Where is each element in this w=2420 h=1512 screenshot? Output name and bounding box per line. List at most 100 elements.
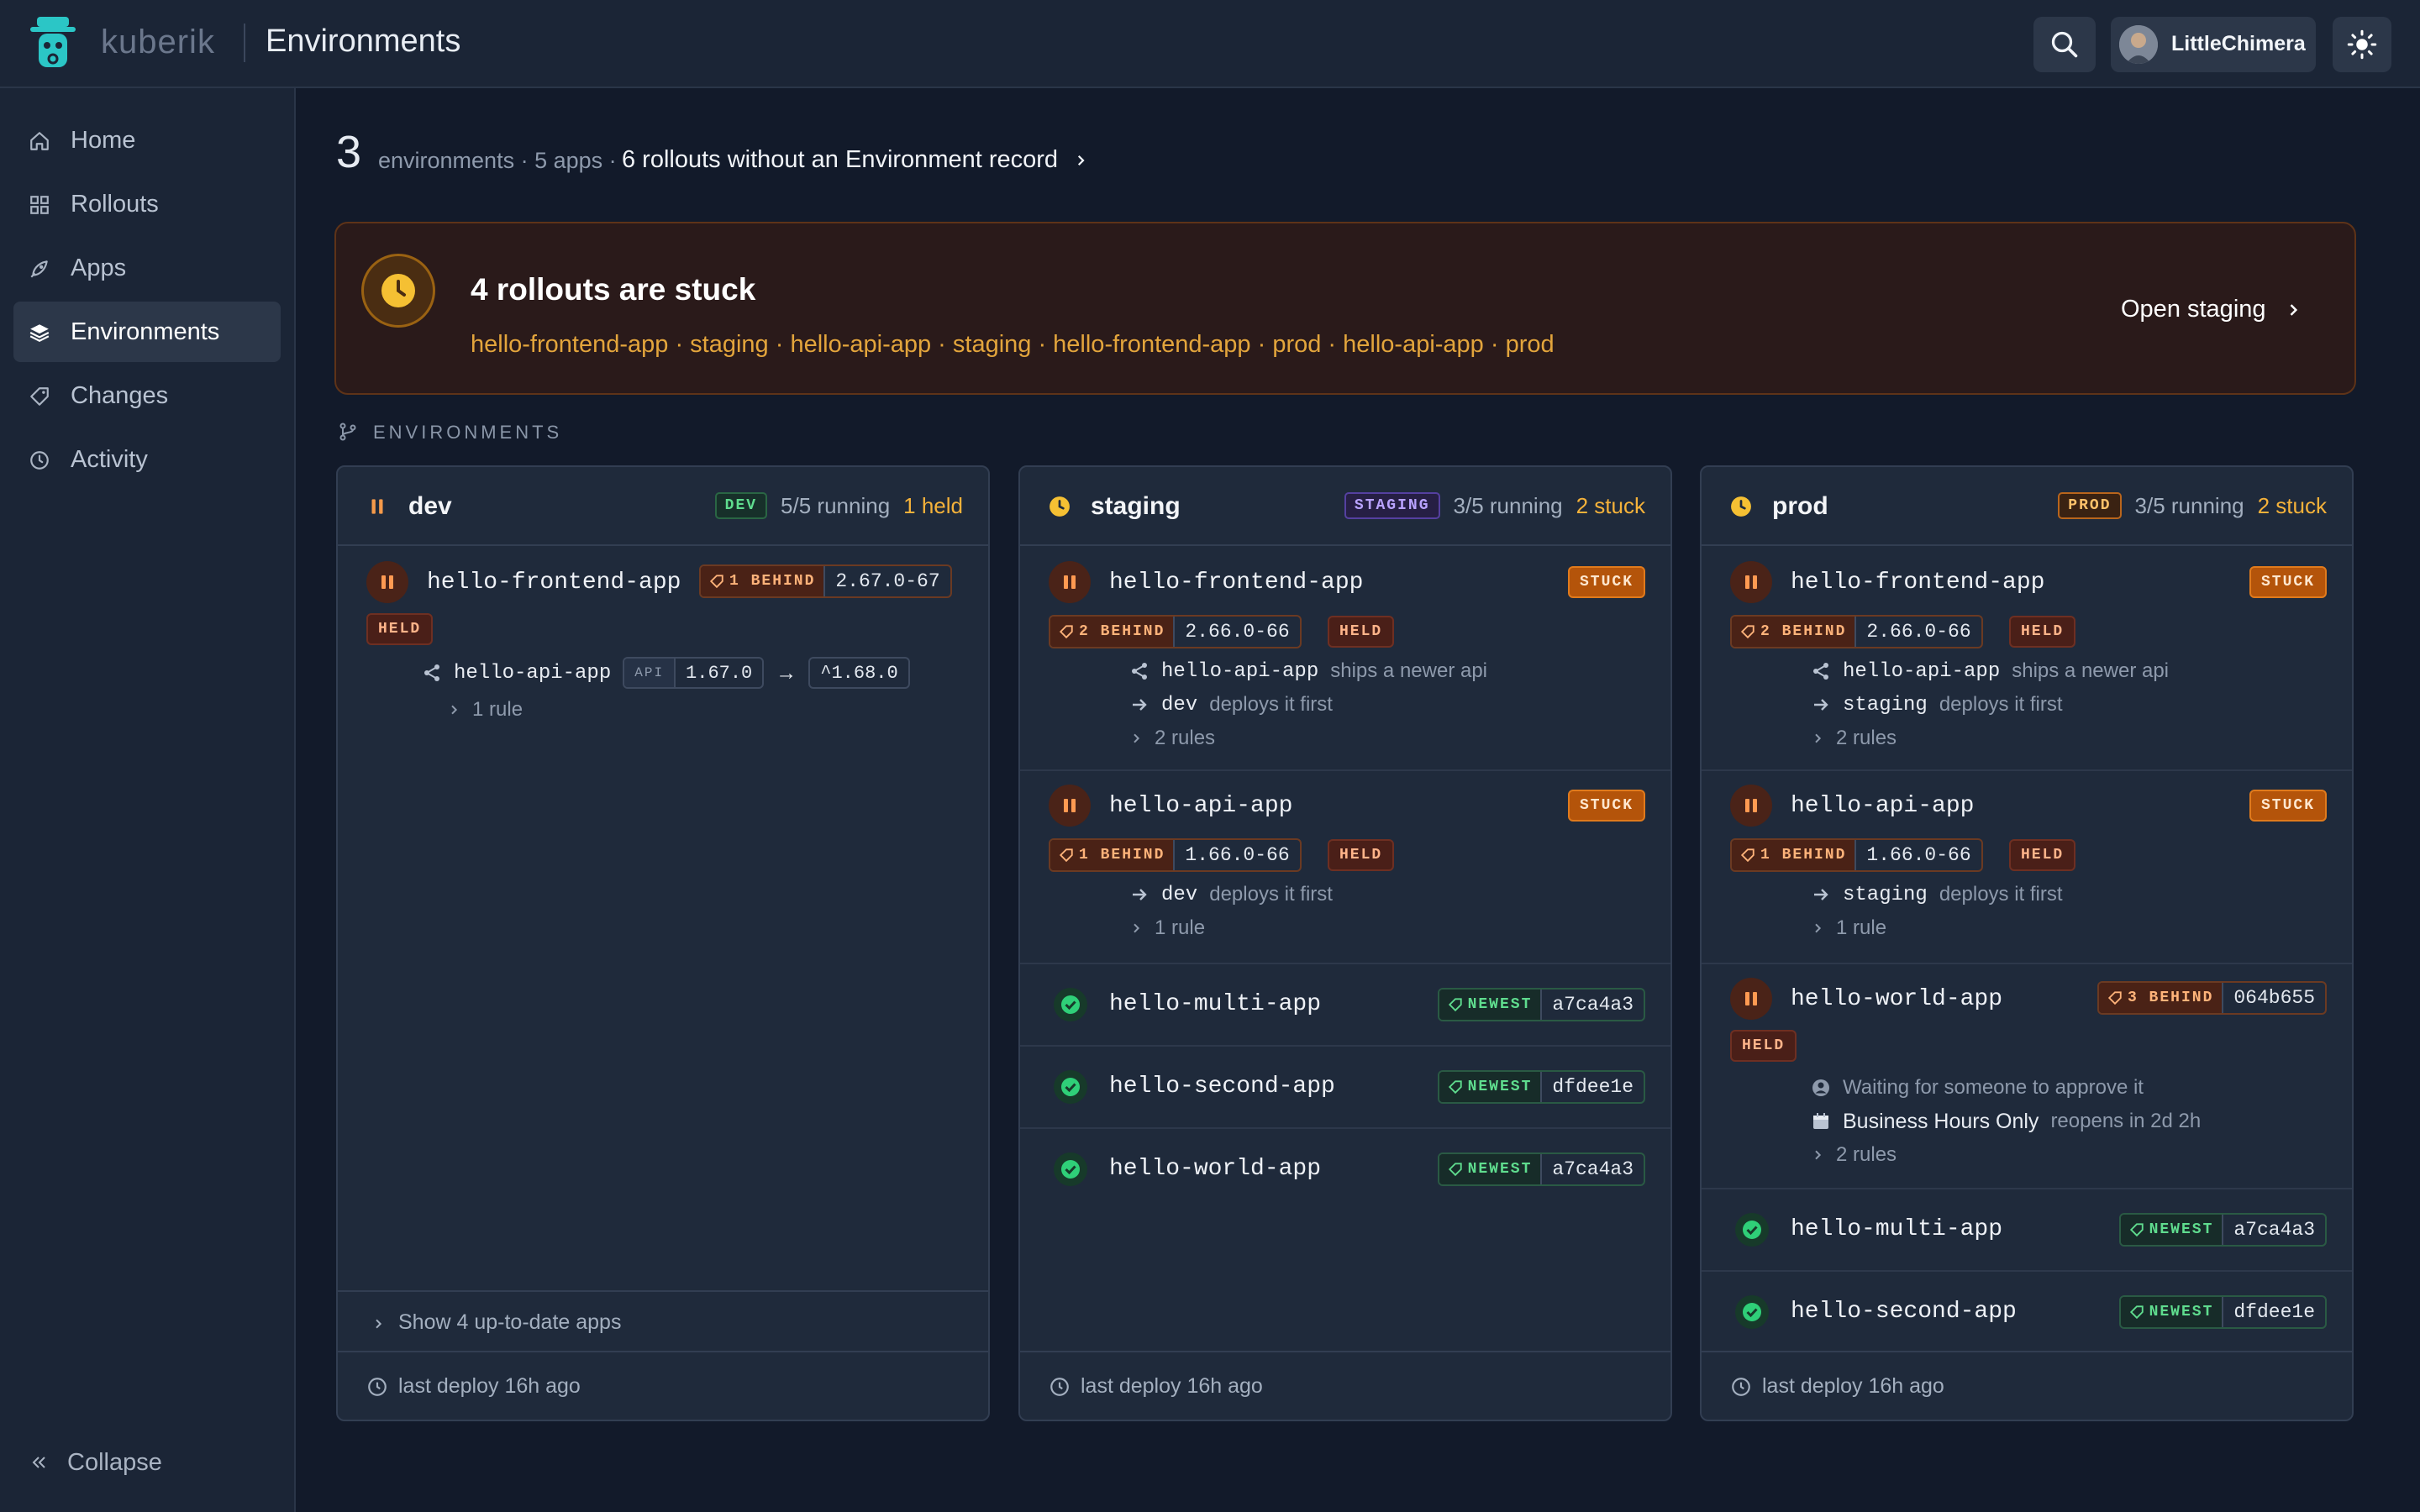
app-row-hello-multi-app[interactable]: hello-multi-app NEWEST a7ca4a3 (1702, 1189, 2352, 1272)
app-row-hello-second-app[interactable]: hello-second-app NEWEST dfdee1e (1020, 1047, 1670, 1129)
environment-header[interactable]: prod PROD 3/5 running 2 stuck (1702, 467, 2352, 546)
version-value: 2.66.0-66 (1173, 617, 1299, 647)
banner-title: 4 rollouts are stuck (471, 272, 756, 307)
sidebar-item-rollouts[interactable]: Rollouts (13, 174, 281, 234)
theme-toggle-button[interactable] (2333, 17, 2391, 72)
open-staging-link[interactable]: Open staging (2121, 296, 2302, 323)
blocker-reason: deploys it first (1939, 883, 2063, 906)
rules-toggle[interactable]: 2 rules (1811, 1141, 1897, 1169)
tag-icon (2129, 1223, 2144, 1237)
rules-count: 1 rule (1155, 916, 1206, 939)
chevron-right-icon (1815, 923, 1822, 933)
schedule-name: Business Hours Only (1843, 1109, 2039, 1133)
sidebar-item-label: Apps (71, 255, 127, 281)
held-badge: HELD (366, 613, 434, 645)
arrow-right-icon (1133, 889, 1147, 900)
clock-icon (1731, 496, 1751, 517)
ok-status-icon (1735, 1213, 1769, 1247)
stuck-badge: STUCK (2249, 566, 2327, 598)
behind-label: 1 BEHIND (1760, 847, 1847, 864)
user-name: LittleChimera (2171, 32, 2306, 55)
user-menu-button[interactable]: LittleChimera (2111, 17, 2316, 72)
user-circle-icon (1812, 1079, 1829, 1096)
environment-tag: DEV (714, 492, 768, 519)
search-button[interactable] (2033, 17, 2096, 72)
rules-toggle[interactable]: 1 rule (1811, 914, 1886, 942)
held-badge: HELD (1328, 839, 1395, 871)
environment-header[interactable]: dev DEV 5/5 running 1 held (338, 467, 988, 546)
attention-count: 2 stuck (1576, 492, 1645, 518)
version-value: dfdee1e (2222, 1297, 2325, 1327)
version-value: 2.67.0-67 (823, 566, 950, 596)
collapse-button[interactable]: Collapse (29, 1441, 213, 1483)
held-badge: HELD (2009, 839, 2076, 871)
rules-toggle[interactable]: 2 rules (1811, 724, 1897, 753)
chevron-right-icon (451, 705, 458, 715)
app-name: hello-multi-app (1791, 1216, 2003, 1242)
tag-icon (1740, 625, 1754, 639)
kuberik-logo-icon[interactable] (30, 17, 76, 69)
version-value: 1.66.0-66 (1173, 840, 1299, 870)
stuck-badge: STUCK (2249, 790, 2327, 822)
api-required-version: ^1.68.0 (820, 662, 898, 684)
version-pill: NEWEST a7ca4a3 (1437, 988, 1645, 1021)
behind-label: 3 BEHIND (2127, 990, 2214, 1006)
sidebar-item-environments[interactable]: Environments (13, 302, 281, 362)
environment-tag: STAGING (1344, 492, 1440, 519)
rules-toggle[interactable]: 1 rule (447, 696, 523, 724)
tag-icon (2107, 991, 2122, 1005)
card-footer: last deploy 16h ago (338, 1351, 988, 1420)
sidebar-item-label: Environments (71, 318, 220, 345)
stuck-rollouts-banner: 4 rollouts are stuck hello-frontend-app … (334, 222, 2356, 395)
environment-card-staging: staging STAGING 3/5 running 2 stuck hell… (1018, 465, 1672, 1421)
tag-icon (709, 575, 723, 589)
sidebar-item-home[interactable]: Home (13, 110, 281, 171)
show-up-to-date-apps-toggle[interactable]: Show 4 up-to-date apps (338, 1290, 988, 1354)
tag-icon (2129, 1305, 2144, 1320)
stuck-clock-icon (361, 254, 435, 328)
blocker-detail: dev deploys it first (1129, 690, 1333, 719)
rules-count: 2 rules (1836, 727, 1897, 749)
brand-name: kuberik (101, 24, 215, 60)
newest-label: NEWEST (1467, 1161, 1533, 1178)
ok-status-icon (1054, 1152, 1087, 1186)
sidebar-item-label: Home (71, 127, 136, 154)
sun-icon (2347, 29, 2377, 60)
version-pill: NEWEST a7ca4a3 (1437, 1152, 1645, 1186)
sidebar-item-apps[interactable]: Apps (13, 238, 281, 298)
app-row-hello-multi-app[interactable]: hello-multi-app NEWEST a7ca4a3 (1020, 964, 1670, 1047)
environment-card-prod: prod PROD 3/5 running 2 stuck hello-fron… (1700, 465, 2354, 1421)
app-row-hello-world-app[interactable]: hello-world-app NEWEST a7ca4a3 (1020, 1129, 1670, 1211)
app-name: hello-world-app (1791, 986, 2003, 1012)
blocker-detail: staging deploys it first (1811, 690, 2063, 719)
app-row-hello-frontend-app[interactable]: hello-frontend-app 1 BEHIND 2.67.0-67 HE… (338, 548, 988, 732)
dependency-detail: hello-api-app API 1.67.0 → ^1.68.0 (422, 657, 910, 689)
rules-toggle[interactable]: 1 rule (1129, 914, 1205, 942)
clock-icon (30, 451, 49, 470)
sidebar-item-label: Activity (71, 446, 148, 473)
orphan-rollouts-link[interactable]: 6 rollouts without an Environment record (622, 146, 1088, 174)
blocker-detail: dev deploys it first (1129, 880, 1333, 909)
rules-count: 2 rules (1155, 727, 1216, 749)
rules-toggle[interactable]: 2 rules (1129, 724, 1215, 753)
arrow-right-icon (1133, 699, 1147, 711)
app-row-hello-api-app[interactable]: hello-api-app STUCK 1 BEHIND 1.66.0-66 H… (1020, 771, 1670, 964)
app-row-hello-api-app[interactable]: hello-api-app STUCK 1 BEHIND 1.66.0-66 H… (1702, 771, 2352, 964)
app-row-hello-second-app[interactable]: hello-second-app NEWEST dfdee1e (1702, 1272, 2352, 1354)
sidebar-item-changes[interactable]: Changes (13, 365, 281, 426)
stuck-rollouts-list: hello-frontend-app · staging · hello-api… (471, 331, 1555, 358)
app-name: hello-api-app (1109, 793, 1293, 819)
arrow-right-icon (1814, 699, 1828, 711)
app-row-hello-frontend-app[interactable]: hello-frontend-app STUCK 2 BEHIND 2.66.0… (1020, 548, 1670, 771)
environment-header[interactable]: staging STAGING 3/5 running 2 stuck (1020, 467, 1670, 546)
sidebar-item-activity[interactable]: Activity (13, 429, 281, 490)
tag-icon (1448, 1163, 1462, 1177)
chevron-right-icon (1815, 733, 1822, 743)
approval-reason: Waiting for someone to approve it (1843, 1076, 2144, 1099)
blocker-reason: ships a newer api (2012, 659, 2170, 682)
app-row-hello-frontend-app[interactable]: hello-frontend-app STUCK 2 BEHIND 2.66.0… (1702, 548, 2352, 771)
app-row-hello-world-app[interactable]: hello-world-app 3 BEHIND 064b655 HELD Wa… (1702, 964, 2352, 1189)
running-count: 5/5 running (781, 492, 891, 518)
running-count: 3/5 running (1453, 492, 1563, 518)
app-name: hello-second-app (1791, 1299, 2017, 1325)
